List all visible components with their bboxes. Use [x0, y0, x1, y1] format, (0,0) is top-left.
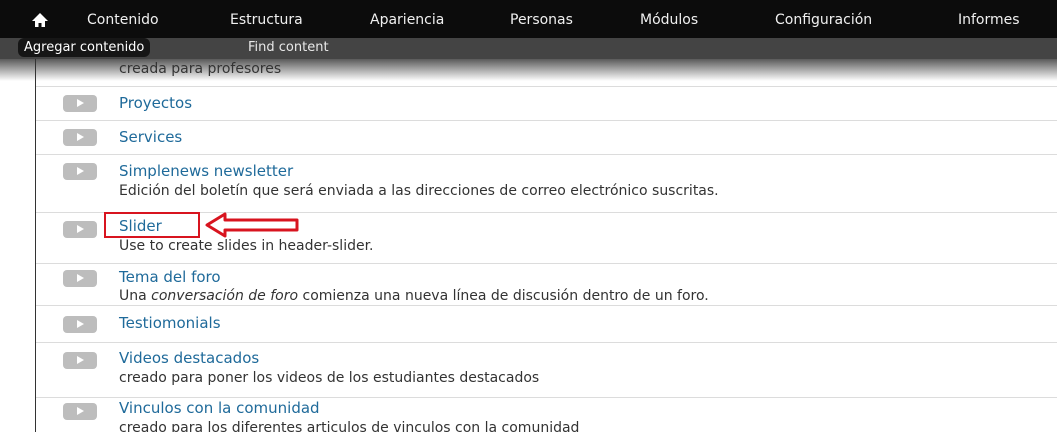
- content-type-description: Una conversación de foro comienza una nu…: [119, 288, 709, 304]
- arrow-right-icon: [63, 316, 97, 333]
- list-item: Simplenews newsletter Edición del boletí…: [36, 154, 1057, 212]
- home-icon[interactable]: [30, 10, 50, 30]
- list-item: Vinculos con la comunidad creado para lo…: [36, 397, 1057, 432]
- shortcuts-bar: Agregar contenido Find content: [0, 38, 1057, 59]
- list-item: Testiomonials: [36, 305, 1057, 341]
- content-type-link[interactable]: Videos destacados: [119, 349, 259, 367]
- content-type-description: Use to create slides in header-slider.: [119, 238, 374, 254]
- menu-informes[interactable]: Informes: [958, 12, 1020, 28]
- content-type-list: creada para profesores Proyectos Service…: [36, 59, 1057, 432]
- arrow-right-icon: [63, 352, 97, 369]
- arrow-right-icon: [63, 270, 97, 287]
- content-type-link[interactable]: Vinculos con la comunidad: [119, 399, 320, 417]
- admin-toolbar: Contenido Estructura Apariencia Personas…: [0, 0, 1057, 38]
- menu-configuracion[interactable]: Configuración: [775, 12, 872, 28]
- content-type-description: creado para los diferentes articulos de …: [119, 420, 580, 432]
- list-item: Videos destacados creado para poner los …: [36, 342, 1057, 397]
- content-type-link[interactable]: Services: [119, 128, 182, 146]
- content-type-link[interactable]: Simplenews newsletter: [119, 162, 293, 180]
- shortcut-agregar-contenido[interactable]: Agregar contenido: [18, 38, 151, 57]
- shortcut-find-content[interactable]: Find content: [242, 38, 335, 57]
- menu-apariencia[interactable]: Apariencia: [370, 12, 444, 28]
- slider-highlight-box: [104, 212, 200, 238]
- left-arrow-icon: [205, 212, 299, 238]
- menu-modulos[interactable]: Módulos: [640, 12, 698, 28]
- arrow-right-icon: [63, 129, 97, 146]
- list-item: Proyectos: [36, 86, 1057, 120]
- arrow-right-icon: [63, 403, 97, 420]
- list-item: Services: [36, 120, 1057, 154]
- partial-description: creada para profesores: [119, 61, 282, 77]
- content-type-description: Edición del boletín que será enviada a l…: [119, 183, 719, 199]
- desc-emphasis: conversación de foro: [151, 288, 299, 304]
- content-type-description: creado para poner los videos de los estu…: [119, 370, 540, 386]
- menu-personas[interactable]: Personas: [510, 12, 573, 28]
- content-type-link[interactable]: Proyectos: [119, 94, 192, 112]
- arrow-right-icon: [63, 163, 97, 180]
- arrow-right-icon: [63, 95, 97, 112]
- arrow-right-icon: [63, 221, 97, 238]
- screenshot-frame: Contenido Estructura Apariencia Personas…: [0, 0, 1057, 432]
- content-type-link[interactable]: Tema del foro: [119, 268, 221, 286]
- desc-prefix: Una: [119, 288, 152, 304]
- desc-suffix: comienza una nueva línea de discusión de…: [298, 288, 709, 304]
- menu-estructura[interactable]: Estructura: [230, 12, 303, 28]
- menu-contenido[interactable]: Contenido: [87, 12, 159, 28]
- content-type-link[interactable]: Testiomonials: [119, 314, 221, 332]
